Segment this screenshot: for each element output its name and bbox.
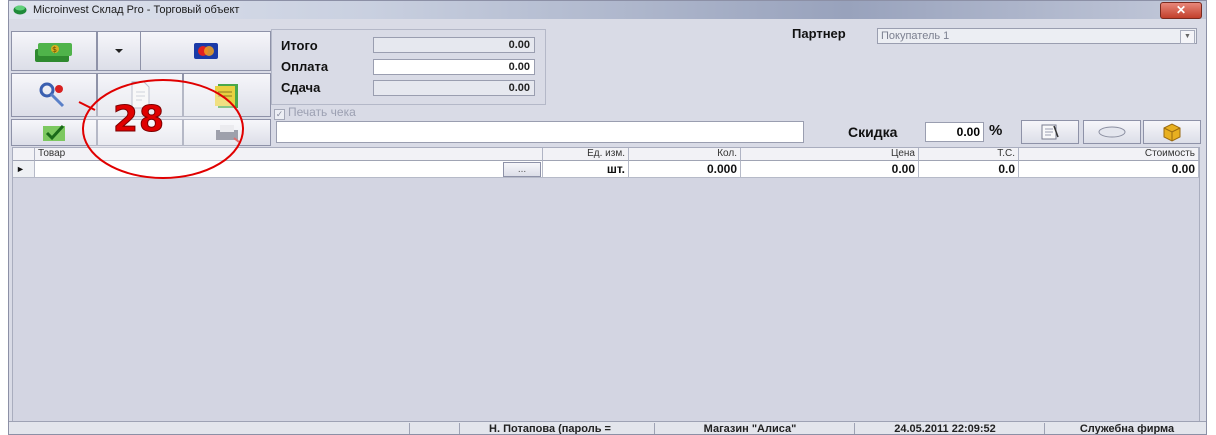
- eraser-button[interactable]: [1083, 120, 1141, 144]
- svg-text:$: $: [52, 45, 57, 54]
- notepad-icon: [1041, 124, 1059, 140]
- row-header-corner: [13, 148, 35, 161]
- notes-button[interactable]: [183, 73, 271, 117]
- discount-input[interactable]: 0.00: [925, 122, 984, 142]
- change-field: 0.00: [373, 80, 535, 96]
- payment-label: Оплата: [281, 59, 329, 74]
- total-label: Итого: [281, 38, 318, 53]
- row-marker[interactable]: ►: [13, 161, 35, 178]
- chevron-down-icon: [115, 49, 123, 53]
- table-row-item-cell[interactable]: [35, 161, 543, 178]
- notepad-button[interactable]: [1021, 120, 1079, 144]
- column-header-amount[interactable]: Стоимость: [1019, 148, 1199, 161]
- status-user: Н. Потапова (пароль =: [459, 423, 640, 434]
- eraser-icon: [1098, 126, 1126, 138]
- total-field: 0.00: [373, 37, 535, 53]
- table-row-vat-cell[interactable]: 0.0: [919, 161, 1019, 178]
- table-row-unit-cell[interactable]: шт.: [543, 161, 629, 178]
- title-bar: Microinvest Склад Pro - Торговый объект …: [9, 1, 1206, 19]
- status-datetime: 24.05.2011 22:09:52: [854, 423, 1035, 434]
- status-company: Служебна фирма: [1044, 423, 1206, 434]
- keys-icon: [39, 82, 65, 108]
- close-button[interactable]: ✕: [1160, 2, 1202, 19]
- app-icon: [13, 5, 27, 15]
- column-header-unit[interactable]: Ед. изм.: [543, 148, 629, 161]
- column-header-qty[interactable]: Кол.: [629, 148, 741, 161]
- table-row-amount-cell[interactable]: 0.00: [1019, 161, 1199, 178]
- app-window: Microinvest Склад Pro - Торговый объект …: [8, 0, 1207, 435]
- partner-select[interactable]: Покупатель 1 ▼: [877, 28, 1197, 44]
- box-button[interactable]: [1143, 120, 1201, 144]
- print-button[interactable]: [183, 119, 271, 146]
- payment-dropdown-button[interactable]: [97, 31, 141, 71]
- cash-icon: $: [35, 43, 72, 62]
- change-label: Сдача: [281, 80, 321, 95]
- item-search-input[interactable]: [276, 121, 804, 143]
- print-icon: [216, 124, 240, 143]
- payment-input[interactable]: 0.00: [373, 59, 535, 75]
- table-row-price-cell[interactable]: 0.00: [741, 161, 919, 178]
- items-grid: Товар Ед. изм. Кол. Цена Т.С. Стоимость …: [12, 147, 1200, 423]
- column-header-price[interactable]: Цена: [741, 148, 919, 161]
- status-bar: Н. Потапова (пароль = Магазин "Алиса" 24…: [9, 421, 1206, 434]
- discount-label: Скидка: [848, 124, 898, 140]
- confirm-button[interactable]: [11, 119, 97, 146]
- chevron-down-icon[interactable]: ▼: [1180, 30, 1195, 44]
- partner-value: Покупатель 1: [881, 30, 950, 42]
- percent-sign: %: [989, 122, 1003, 139]
- checkbox-mark: ✓: [274, 109, 285, 120]
- column-header-item[interactable]: Товар: [35, 148, 543, 161]
- card-payment-button[interactable]: [140, 31, 271, 71]
- status-panel-empty: [409, 423, 460, 434]
- annotation-badge: 28: [112, 99, 166, 141]
- status-store: Магазин "Алиса": [654, 423, 845, 434]
- print-receipt-checkbox[interactable]: ✓ Печать чека: [274, 105, 356, 120]
- notes-icon: [215, 84, 238, 108]
- print-receipt-label: Печать чека: [288, 105, 356, 119]
- cash-payment-button[interactable]: $: [11, 31, 97, 71]
- card-icon: [193, 43, 218, 59]
- window-title: Microinvest Склад Pro - Торговый объект: [33, 4, 240, 16]
- box-icon: [1163, 123, 1181, 142]
- partner-label: Партнер: [792, 26, 846, 41]
- table-row-qty-cell[interactable]: 0.000: [629, 161, 741, 178]
- keys-button[interactable]: [11, 73, 97, 117]
- column-header-vat[interactable]: Т.С.: [919, 148, 1019, 161]
- check-icon: [43, 124, 65, 141]
- browse-button[interactable]: ...: [503, 162, 541, 177]
